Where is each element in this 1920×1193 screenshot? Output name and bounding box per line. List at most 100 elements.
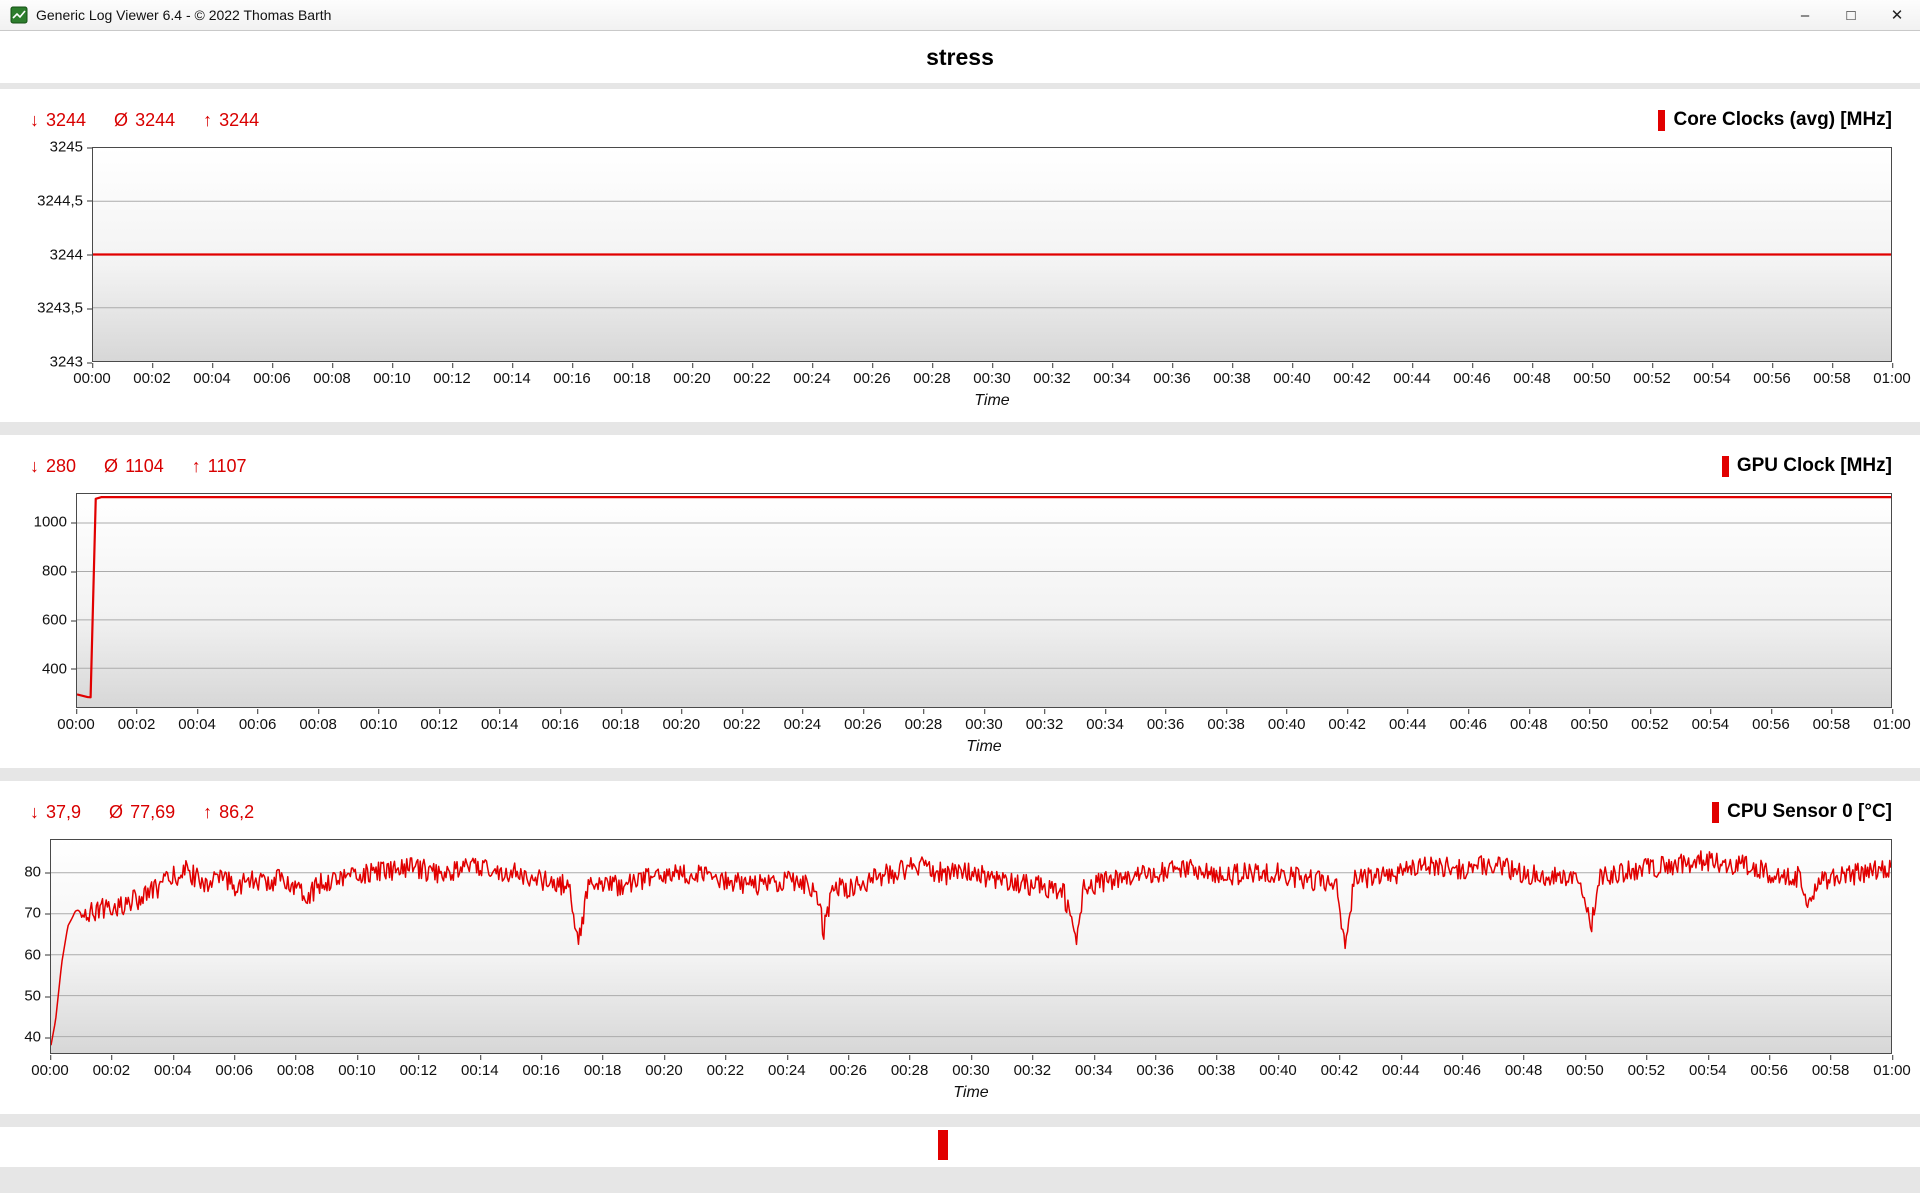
stat-min: ↓ 3244 xyxy=(30,110,86,131)
chart-plot-area[interactable] xyxy=(76,493,1892,708)
minimize-button[interactable]: – xyxy=(1782,0,1828,30)
x-tick-label: 00:02 xyxy=(133,370,171,387)
x-tick-label: 00:18 xyxy=(584,1062,622,1079)
x-tick-label: 00:42 xyxy=(1328,716,1366,733)
x-tick-label: 00:28 xyxy=(913,370,951,387)
x-tick-label: 00:38 xyxy=(1198,1062,1236,1079)
x-axis-title: Time xyxy=(50,1082,1892,1104)
x-axis: 00:0000:0200:0400:0600:0800:1000:1200:14… xyxy=(92,362,1892,390)
x-tick-label: 00:06 xyxy=(253,370,291,387)
legend: CPU Sensor 0 [°C] xyxy=(1712,801,1892,823)
x-tick-label: 00:06 xyxy=(215,1062,253,1079)
legend-color-marker xyxy=(1722,456,1729,477)
legend-color-marker xyxy=(1658,110,1665,131)
x-tick-label: 01:00 xyxy=(1873,716,1911,733)
x-tick-label: 00:34 xyxy=(1075,1062,1113,1079)
x-tick-label: 00:54 xyxy=(1693,370,1731,387)
y-tick-label: 3244 xyxy=(50,247,83,262)
x-tick-label: 00:38 xyxy=(1207,716,1245,733)
x-tick-label: 00:24 xyxy=(784,716,822,733)
x-tick-label: 00:04 xyxy=(178,716,216,733)
x-tick-label: 01:00 xyxy=(1873,1062,1911,1079)
x-tick-label: 00:24 xyxy=(768,1062,806,1079)
x-tick-label: 00:20 xyxy=(673,370,711,387)
x-tick-label: 00:52 xyxy=(1631,716,1669,733)
x-tick-label: 00:08 xyxy=(299,716,337,733)
app-icon xyxy=(10,6,28,24)
x-tick-label: 00:58 xyxy=(1812,1062,1850,1079)
x-tick-label: 00:54 xyxy=(1692,716,1730,733)
y-tick-label: 400 xyxy=(42,661,67,676)
chart-plot-area[interactable] xyxy=(50,839,1892,1054)
legend-label: GPU Clock [MHz] xyxy=(1737,455,1892,477)
x-tick-label: 00:50 xyxy=(1571,716,1609,733)
x-tick-label: 00:32 xyxy=(1014,1062,1052,1079)
x-tick-label: 00:14 xyxy=(493,370,531,387)
x-tick-label: 00:14 xyxy=(461,1062,499,1079)
y-tick-label: 3243 xyxy=(50,355,83,370)
maximize-button[interactable]: □ xyxy=(1828,0,1874,30)
stat-max-value: 3244 xyxy=(219,110,259,130)
y-tick-label: 1000 xyxy=(34,515,67,530)
y-axis: 1000800600400 xyxy=(0,493,76,708)
x-tick-label: 00:04 xyxy=(154,1062,192,1079)
stat-min-value: 280 xyxy=(46,456,76,476)
x-tick-label: 00:08 xyxy=(313,370,351,387)
stat-min-value: 3244 xyxy=(46,110,86,130)
x-tick-label: 00:14 xyxy=(481,716,519,733)
x-tick-label: 00:16 xyxy=(541,716,579,733)
x-tick-label: 00:00 xyxy=(57,716,95,733)
x-tick-label: 00:42 xyxy=(1333,370,1371,387)
x-tick-label: 00:50 xyxy=(1566,1062,1604,1079)
x-tick-label: 00:20 xyxy=(663,716,701,733)
x-tick-label: 00:44 xyxy=(1393,370,1431,387)
x-tick-label: 00:22 xyxy=(733,370,771,387)
stat-max-value: 1107 xyxy=(208,456,247,476)
x-tick-label: 00:16 xyxy=(553,370,591,387)
x-tick-label: 00:26 xyxy=(853,370,891,387)
x-tick-label: 00:52 xyxy=(1628,1062,1666,1079)
close-button[interactable]: ✕ xyxy=(1874,0,1920,30)
series-line xyxy=(77,497,1891,697)
x-tick-label: 00:36 xyxy=(1147,716,1185,733)
x-tick-label: 00:42 xyxy=(1321,1062,1359,1079)
legend: GPU Clock [MHz] xyxy=(1722,455,1892,477)
x-tick-label: 00:58 xyxy=(1813,716,1851,733)
stat-avg-value: 77,69 xyxy=(130,802,175,822)
x-tick-label: 00:02 xyxy=(93,1062,131,1079)
x-tick-label: 00:04 xyxy=(193,370,231,387)
min-arrow-icon: ↓ xyxy=(30,456,39,476)
y-tick-label: 800 xyxy=(42,564,67,579)
x-tick-label: 00:18 xyxy=(602,716,640,733)
stat-avg: Ø1104 xyxy=(104,456,164,477)
x-tick-label: 00:18 xyxy=(613,370,651,387)
min-arrow-icon: ↓ xyxy=(30,110,39,130)
chart-plot-area[interactable] xyxy=(92,147,1892,362)
x-tick-label: 00:12 xyxy=(420,716,458,733)
stat-max: ↑1107 xyxy=(192,456,247,477)
panel-core-clocks: ↓3244 Ø3244 ↑3244 Core Clocks (avg) [MHz… xyxy=(0,89,1920,422)
x-tick-label: 01:00 xyxy=(1873,370,1911,387)
stats-row: ↓37,9 Ø77,69 ↑86,2 xyxy=(30,802,254,823)
x-tick-label: 00:58 xyxy=(1813,370,1851,387)
stat-min-value: 37,9 xyxy=(46,802,81,822)
x-tick-label: 00:46 xyxy=(1443,1062,1481,1079)
x-tick-label: 00:10 xyxy=(373,370,411,387)
page-title: stress xyxy=(926,44,994,71)
x-tick-label: 00:12 xyxy=(433,370,471,387)
x-tick-label: 00:48 xyxy=(1513,370,1551,387)
x-tick-label: 00:00 xyxy=(31,1062,69,1079)
stat-avg-value: 1104 xyxy=(125,456,164,476)
x-tick-label: 00:44 xyxy=(1382,1062,1420,1079)
x-tick-label: 00:16 xyxy=(522,1062,560,1079)
x-axis: 00:0000:0200:0400:0600:0800:1000:1200:14… xyxy=(76,708,1892,736)
x-tick-label: 00:54 xyxy=(1689,1062,1727,1079)
x-tick-label: 00:56 xyxy=(1752,716,1790,733)
x-tick-label: 00:36 xyxy=(1153,370,1191,387)
header: stress xyxy=(0,31,1920,84)
chart-wrap: 32453244,532443243,53243 xyxy=(0,147,1892,362)
x-tick-label: 00:32 xyxy=(1026,716,1064,733)
x-tick-label: 00:06 xyxy=(239,716,277,733)
x-tick-label: 00:30 xyxy=(965,716,1003,733)
y-tick-label: 40 xyxy=(24,1030,41,1045)
